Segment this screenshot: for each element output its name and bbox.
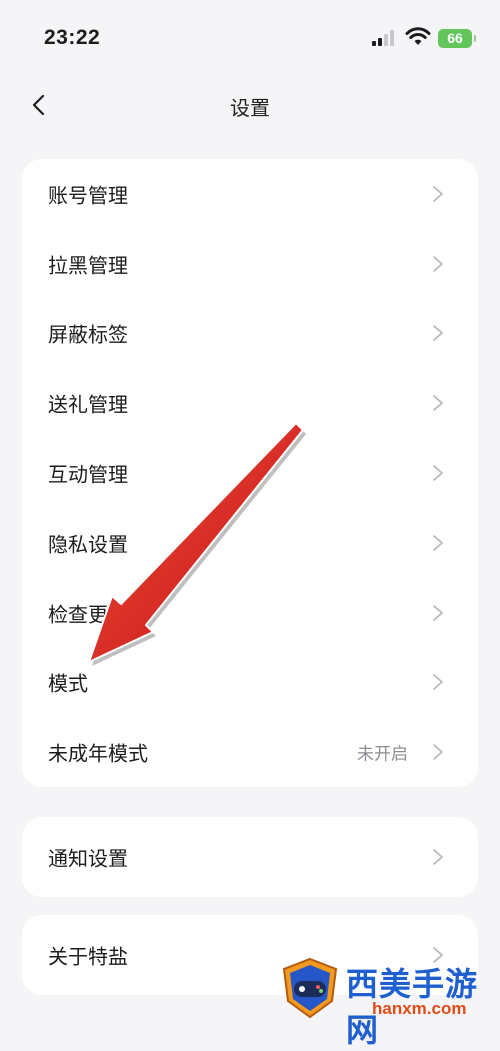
chevron-right-icon — [433, 604, 443, 621]
chevron-right-icon — [433, 186, 443, 202]
watermark: 西美手游网 hanxm.com — [280, 955, 500, 1049]
status-bar: 23:22 66 — [0, 0, 500, 80]
chevron-right-icon — [433, 744, 443, 761]
nav-bar: 设置 — [0, 80, 500, 132]
row-label: 关于特盐 — [48, 944, 128, 969]
settings-row-notification[interactable]: 通知设置 — [22, 817, 478, 897]
chevron-right-icon — [433, 395, 443, 412]
wifi-icon — [405, 27, 431, 45]
settings-group-main: 账号管理 拉黑管理 屏蔽标签 送礼管理 互动管理 隐私设置 检查更 模式 未成年… — [22, 159, 478, 788]
watermark-url: hanxm.com — [372, 999, 467, 1018]
row-label: 未成年模式 — [48, 741, 148, 766]
chevron-right-icon — [433, 465, 443, 481]
settings-row-blocked-tags[interactable]: 屏蔽标签 — [22, 299, 478, 369]
page-title: 设置 — [230, 96, 270, 120]
chevron-right-icon — [433, 674, 443, 691]
row-label: 模式 — [48, 671, 88, 696]
battery-icon: 66 — [438, 29, 476, 48]
signal-icon — [372, 30, 394, 46]
row-label: 拉黑管理 — [48, 253, 128, 278]
row-label: 检查更 — [48, 602, 108, 627]
settings-row-check-update[interactable]: 检查更 — [22, 578, 478, 648]
settings-row-blacklist[interactable]: 拉黑管理 — [22, 229, 478, 299]
chevron-right-icon — [433, 535, 443, 551]
row-label: 屏蔽标签 — [48, 322, 128, 347]
chevron-right-icon — [433, 255, 443, 272]
settings-row-privacy[interactable]: 隐私设置 — [22, 508, 478, 578]
battery-level: 66 — [447, 30, 463, 46]
chevron-right-icon — [433, 849, 443, 865]
settings-row-gifts[interactable]: 送礼管理 — [22, 368, 478, 438]
settings-group-notification: 通知设置 — [22, 817, 478, 897]
row-label: 通知设置 — [48, 846, 128, 871]
row-label: 互动管理 — [48, 462, 128, 487]
chevron-right-icon — [433, 325, 443, 342]
settings-row-interaction[interactable]: 互动管理 — [22, 438, 478, 508]
status-time: 23:22 — [44, 26, 101, 49]
settings-row-minor-mode[interactable]: 未成年模式 未开启 — [22, 717, 478, 787]
settings-row-mode[interactable]: 模式 — [22, 648, 478, 718]
row-value: 未开启 — [357, 744, 408, 765]
row-label: 送礼管理 — [48, 392, 128, 417]
row-label: 隐私设置 — [48, 532, 128, 557]
gamepad-shield-logo-icon — [282, 957, 338, 1019]
row-label: 账号管理 — [48, 183, 128, 208]
settings-row-account[interactable]: 账号管理 — [22, 159, 478, 229]
